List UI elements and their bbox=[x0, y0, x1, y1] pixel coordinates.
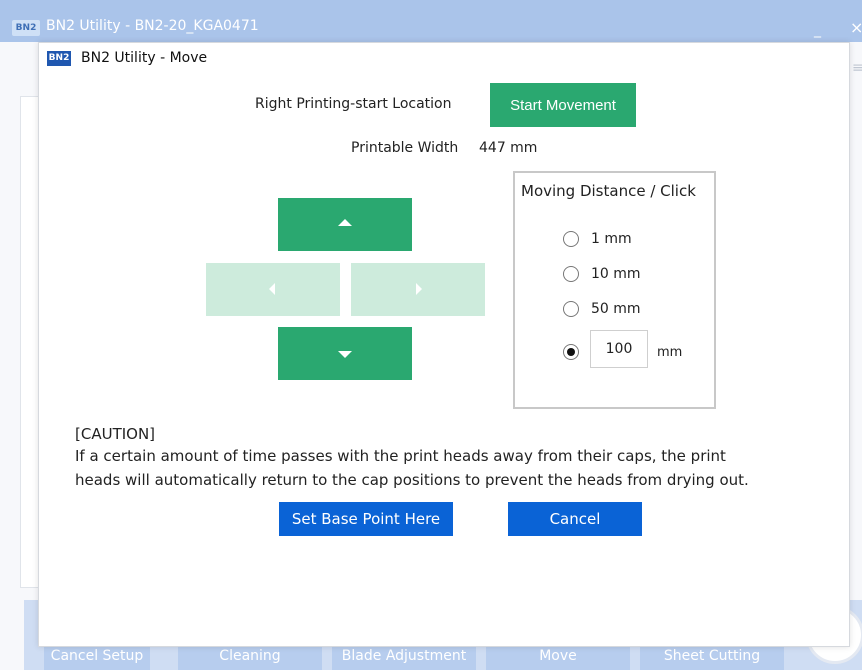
arrow-up-icon bbox=[338, 219, 352, 226]
move-down-button[interactable] bbox=[278, 327, 412, 380]
radio-label: 1 mm bbox=[591, 231, 632, 247]
main-window-titlebar: BN2 BN2 Utility - BN2-20_KGA0471 _ × bbox=[0, 0, 862, 42]
arrow-right-icon bbox=[416, 283, 422, 295]
move-up-button[interactable] bbox=[278, 198, 412, 251]
sheet-cutting-button[interactable]: Sheet Cutting bbox=[640, 644, 784, 670]
caution-text-line-1: If a certain amount of time passes with … bbox=[75, 447, 726, 465]
custom-distance-input[interactable] bbox=[590, 330, 648, 368]
printable-width-label: Printable Width bbox=[351, 140, 459, 156]
dialog-logo-icon: BN2 bbox=[47, 51, 71, 66]
arrow-left-icon bbox=[269, 283, 275, 295]
radio-label: 10 mm bbox=[591, 266, 641, 282]
cancel-button[interactable]: Cancel bbox=[508, 502, 642, 536]
dialog-title: BN2 Utility - Move bbox=[81, 50, 208, 66]
move-dialog: BN2 BN2 Utility - Move Right Printing-st… bbox=[38, 42, 850, 647]
moving-distance-group: Moving Distance / Click 1 mm 10 mm 50 mm… bbox=[513, 171, 716, 409]
printable-width-value: 447 mm bbox=[479, 140, 538, 156]
app-logo-icon: BN2 bbox=[12, 20, 40, 36]
radio-custom[interactable] bbox=[563, 344, 579, 360]
main-window-title: BN2 Utility - BN2-20_KGA0471 bbox=[46, 18, 259, 34]
cleaning-button[interactable]: Cleaning bbox=[178, 644, 322, 670]
cancel-setup-button[interactable]: Cancel Setup bbox=[44, 644, 150, 670]
blade-adjustment-button[interactable]: Blade Adjustment bbox=[332, 644, 476, 670]
move-right-button[interactable] bbox=[351, 263, 485, 316]
caution-title: [CAUTION] bbox=[75, 425, 156, 443]
radio-label: 50 mm bbox=[591, 301, 641, 317]
move-button[interactable]: Move bbox=[486, 644, 630, 670]
moving-distance-title: Moving Distance / Click bbox=[521, 182, 696, 200]
start-movement-button[interactable]: Start Movement bbox=[490, 83, 636, 127]
location-label: Right Printing-start Location bbox=[255, 96, 452, 112]
caution-text-line-2: heads will automatically return to the c… bbox=[75, 471, 749, 489]
close-button[interactable]: × bbox=[850, 18, 862, 37]
arrow-down-icon bbox=[338, 351, 352, 358]
radio-10mm[interactable] bbox=[563, 266, 579, 282]
menu-icon[interactable]: ≡ bbox=[852, 60, 862, 76]
radio-50mm[interactable] bbox=[563, 301, 579, 317]
set-base-point-button[interactable]: Set Base Point Here bbox=[279, 502, 453, 536]
custom-distance-unit: mm bbox=[657, 345, 683, 360]
radio-1mm[interactable] bbox=[563, 231, 579, 247]
move-left-button[interactable] bbox=[206, 263, 340, 316]
minimize-button[interactable]: _ bbox=[814, 22, 821, 38]
